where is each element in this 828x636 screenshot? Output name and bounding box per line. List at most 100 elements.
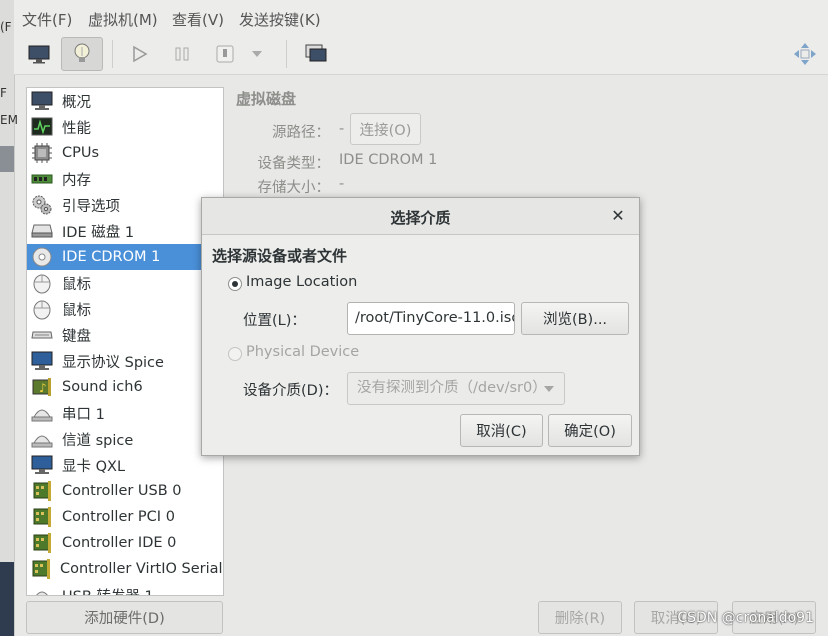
controller-card-icon — [30, 506, 54, 528]
menu-bar: 文件(F) 虚拟机(M) 查看(V) 发送按键(K) — [14, 0, 828, 36]
cpu-chip-icon — [30, 142, 54, 164]
hardware-item-serial[interactable]: 串口 1 — [27, 400, 223, 426]
hardware-item-label: Sound ich6 — [62, 379, 143, 395]
snapshots-button[interactable] — [295, 37, 337, 71]
background-text: EM — [0, 113, 18, 127]
hardware-item-display-spice[interactable]: 显示协议 Spice — [27, 348, 223, 374]
image-location-radio[interactable] — [228, 277, 242, 291]
detail-title: 虚拟磁盘 — [236, 90, 297, 108]
hardware-item-label: Controller IDE 0 — [62, 535, 177, 551]
monitor-icon — [30, 90, 54, 112]
hardware-item-mouse[interactable]: 鼠标 — [27, 296, 223, 322]
boot-gears-icon — [30, 194, 54, 216]
hardware-item-label: 引导选项 — [62, 198, 120, 215]
display-monitor-icon — [30, 350, 54, 372]
monitor-icon — [28, 45, 50, 64]
background-block — [0, 562, 14, 636]
image-location-label[interactable]: Image Location — [246, 274, 357, 290]
menu-send-key[interactable]: 发送按键(K) — [239, 9, 321, 30]
hardware-item-controller-pci[interactable]: Controller PCI 0 — [27, 504, 223, 530]
menu-vm[interactable]: 虚拟机(M) — [88, 9, 158, 30]
toolbar-separator — [286, 40, 287, 68]
mouse-icon — [30, 298, 54, 320]
add-hardware-button[interactable]: 添加硬件(D) — [26, 601, 223, 634]
hardware-item-label: 显示协议 Spice — [62, 354, 164, 371]
source-path-value: - — [339, 121, 345, 137]
hardware-list[interactable]: 概况 性能 CPUs 内存 引导选项 IDE 磁盘 1 IDE CDROM 1 … — [26, 87, 224, 596]
close-icon[interactable]: ✕ — [607, 204, 629, 226]
hardware-item-sound[interactable]: ♪ Sound ich6 — [27, 374, 223, 400]
hardware-item-video[interactable]: 显卡 QXL — [27, 452, 223, 478]
delete-button[interactable]: 删除(R) — [538, 601, 622, 634]
storage-size-value: - — [339, 176, 345, 192]
controller-card-icon — [30, 480, 54, 502]
shutdown-button[interactable] — [204, 37, 246, 71]
hardware-item-label: 信道 spice — [62, 432, 134, 449]
hardware-item-label: 鼠标 — [62, 302, 91, 319]
hardware-item-overview[interactable]: 概况 — [27, 88, 223, 114]
keyboard-icon — [30, 324, 54, 346]
menu-view[interactable]: 查看(V) — [172, 9, 224, 30]
hardware-item-label: 概况 — [62, 94, 91, 111]
hardware-item-controller-usb[interactable]: Controller USB 0 — [27, 478, 223, 504]
hardware-item-controller-ide[interactable]: Controller IDE 0 — [27, 530, 223, 556]
hardware-item-label: 键盘 — [62, 328, 91, 345]
svg-text:♪: ♪ — [39, 381, 47, 395]
hardware-item-boot-options[interactable]: 引导选项 — [27, 192, 223, 218]
device-media-select[interactable]: 没有探测到介质（/dev/sr0） — [347, 372, 565, 405]
device-type-label: 设备类型： — [257, 156, 331, 172]
hardware-item-ide-disk[interactable]: IDE 磁盘 1 — [27, 218, 223, 244]
hardware-item-memory[interactable]: 内存 — [27, 166, 223, 192]
toolbar — [14, 36, 828, 75]
controller-card-icon — [30, 532, 54, 554]
hard-disk-icon — [30, 220, 54, 242]
storage-size-label: 存储大小： — [257, 180, 331, 196]
watermark: CSDN @cronaldo91 — [677, 610, 814, 626]
device-type-value: IDE CDROM 1 — [339, 152, 438, 168]
toolbar-separator — [112, 40, 113, 68]
cdrom-icon — [30, 246, 54, 268]
connect-button[interactable]: 连接(O) — [350, 113, 421, 145]
shutdown-menu-button[interactable] — [242, 37, 272, 71]
background-text: F — [0, 86, 7, 100]
video-card-icon — [30, 454, 54, 476]
location-label: 位置(L)： — [243, 313, 306, 329]
hardware-item-mouse[interactable]: 鼠标 — [27, 270, 223, 296]
move-arrows-icon — [794, 43, 816, 65]
browse-button[interactable]: 浏览(B)... — [521, 302, 629, 335]
serial-port-icon — [30, 402, 54, 424]
dialog-ok-button[interactable]: 确定(O) — [548, 414, 632, 447]
physical-device-radio[interactable] — [228, 347, 242, 361]
background-window-strip: (F F EM — [0, 0, 18, 636]
hardware-item-cpus[interactable]: CPUs — [27, 140, 223, 166]
background-text: (F — [0, 20, 12, 34]
pause-icon — [175, 47, 189, 61]
physical-device-label[interactable]: Physical Device — [246, 344, 359, 360]
hardware-item-performance[interactable]: 性能 — [27, 114, 223, 140]
chevron-down-icon — [252, 51, 262, 57]
hardware-item-label: USB 转发器 1 — [62, 585, 154, 596]
hardware-item-usb-redirector[interactable]: USB 转发器 1 — [27, 582, 223, 596]
run-button[interactable] — [118, 37, 160, 71]
fullscreen-button[interactable] — [784, 37, 826, 71]
channel-icon — [30, 428, 54, 450]
snapshot-icon — [305, 44, 327, 62]
mouse-icon — [30, 272, 54, 294]
dialog-heading: 选择源设备或者文件 — [212, 247, 348, 265]
console-button[interactable] — [18, 37, 60, 71]
hardware-item-label: 鼠标 — [62, 276, 91, 293]
hardware-item-controller-virtio-serial[interactable]: Controller VirtIO Serial 0 — [27, 556, 223, 582]
pause-button[interactable] — [161, 37, 203, 71]
hardware-item-label: CPUs — [62, 145, 100, 161]
location-input[interactable]: /root/TinyCore-11.0.iso — [347, 302, 515, 335]
hardware-item-channel[interactable]: 信道 spice — [27, 426, 223, 452]
hardware-item-label: Controller USB 0 — [62, 483, 182, 499]
hardware-item-ide-cdrom[interactable]: IDE CDROM 1 — [27, 244, 223, 270]
menu-file[interactable]: 文件(F) — [22, 9, 72, 30]
sound-card-icon: ♪ — [30, 376, 54, 398]
hardware-item-keyboard[interactable]: 键盘 — [27, 322, 223, 348]
details-button[interactable] — [61, 37, 103, 71]
dialog-cancel-button[interactable]: 取消(C) — [460, 414, 543, 447]
performance-graph-icon — [30, 116, 54, 138]
usb-redirector-icon — [30, 584, 54, 595]
